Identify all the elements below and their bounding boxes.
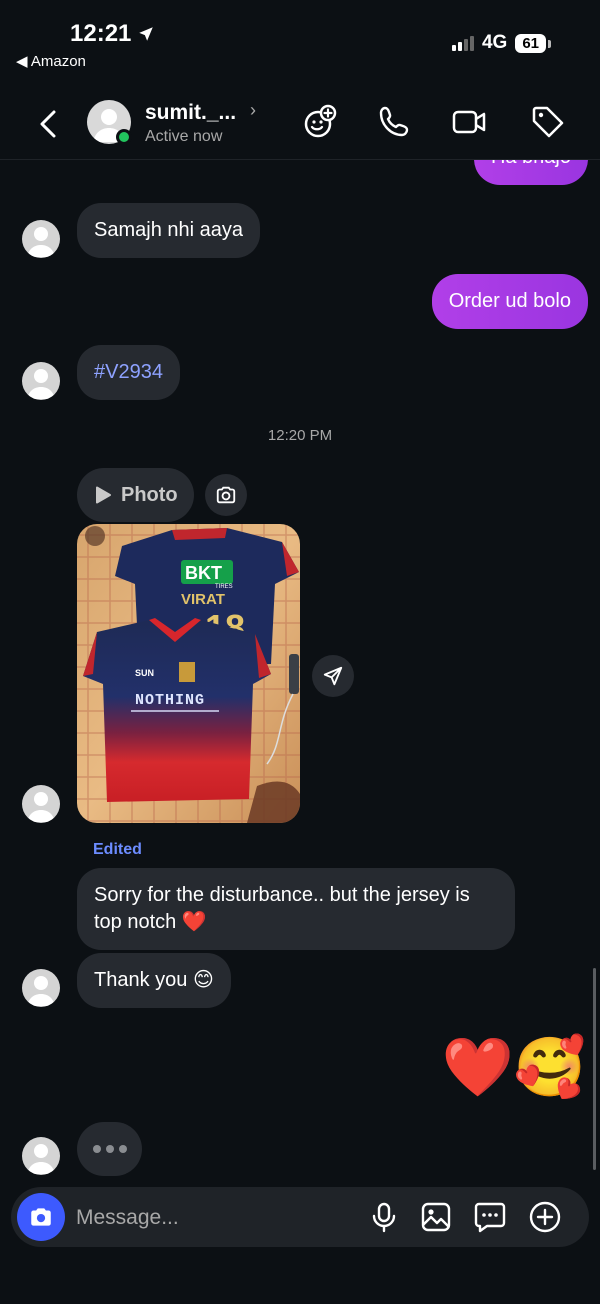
send-icon (323, 666, 343, 686)
shared-photo[interactable]: BKT TIRES VIRAT 18 SUN NOTHING (77, 524, 300, 823)
sticker-chat-icon[interactable] (473, 1200, 507, 1234)
tag-icon[interactable] (530, 104, 566, 140)
photo-label-pill[interactable]: Photo (77, 468, 194, 522)
microphone-icon[interactable] (367, 1200, 401, 1234)
share-photo-button[interactable] (312, 655, 354, 697)
chat-header: sumit._... › Active now (0, 88, 600, 160)
scrollbar[interactable] (593, 968, 596, 1170)
video-call-icon[interactable] (451, 104, 487, 140)
phone-icon[interactable] (376, 104, 412, 140)
message-bubble-outgoing[interactable]: Order ud bolo (431, 274, 588, 329)
active-status: Active now (145, 128, 223, 145)
battery-icon: 61 (515, 33, 551, 53)
signal-icon (451, 35, 474, 51)
jersey-player-name: VIRAT (181, 591, 225, 608)
back-chevron-icon[interactable] (34, 106, 64, 142)
message-bubble-incoming[interactable]: Thank you 😊 (77, 953, 231, 1008)
add-icon[interactable] (528, 1200, 562, 1234)
chevron-right-icon[interactable]: › (250, 100, 256, 121)
camera-icon (31, 1208, 51, 1226)
emoji-message-outgoing[interactable]: ❤️🥰 (442, 1032, 586, 1104)
network-type: 4G (481, 32, 508, 53)
sender-avatar[interactable] (22, 1137, 60, 1175)
gallery-icon[interactable] (419, 1200, 453, 1234)
camera-icon (216, 486, 236, 504)
play-icon (96, 486, 111, 504)
message-timestamp: 12:20 PM (267, 427, 333, 444)
location-arrow-icon (139, 27, 154, 41)
contact-name[interactable]: sumit._... (145, 101, 236, 125)
camera-button[interactable] (17, 1193, 65, 1241)
sender-avatar[interactable] (22, 362, 60, 400)
sender-avatar[interactable] (22, 969, 60, 1007)
photo-label: Photo (121, 483, 178, 506)
sender-avatar[interactable] (22, 220, 60, 258)
back-to-app-link[interactable]: ◀ Amazon (16, 52, 86, 70)
time-text: 12:21 (70, 20, 132, 47)
jersey-sponsor-sub: TIRES (215, 584, 233, 590)
online-indicator (116, 129, 132, 145)
edited-label: Edited (93, 841, 142, 858)
status-time: 12:21 (70, 20, 155, 48)
message-input[interactable] (76, 1204, 356, 1232)
jersey-front-sponsor: NOTHING (135, 692, 205, 709)
sender-avatar[interactable] (22, 785, 60, 823)
message-composer (11, 1187, 589, 1247)
message-bubble-incoming[interactable]: Samajh nhi aaya (77, 203, 260, 258)
jersey-sponsor-text: BKT (185, 563, 222, 583)
message-bubble-incoming[interactable]: Sorry for the disturbance.. but the jers… (77, 868, 515, 950)
camera-reply-button[interactable] (205, 474, 247, 516)
status-indicators: 4G 61 (451, 32, 551, 54)
jersey-sun-logo: SUN (135, 668, 154, 678)
typing-indicator (77, 1122, 142, 1176)
effects-sticker-icon[interactable] (302, 104, 338, 140)
message-bubble-incoming[interactable]: #V2934 (77, 345, 180, 400)
